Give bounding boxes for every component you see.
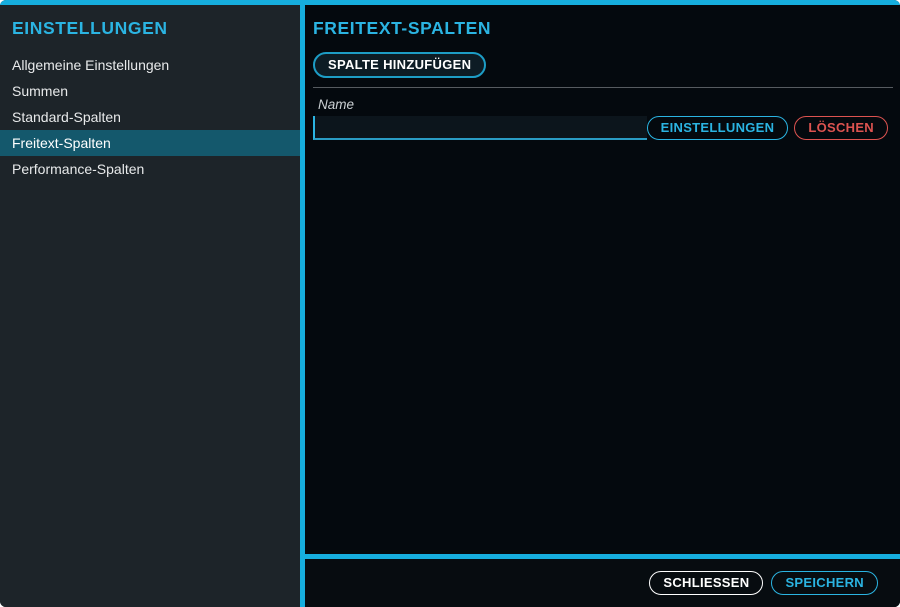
- add-column-button[interactable]: SPALTE HINZUFÜGEN: [313, 52, 486, 78]
- column-row-buttons: EINSTELLUNGEN LÖSCHEN: [647, 116, 893, 140]
- sidebar-item-performance-spalten[interactable]: Performance-Spalten: [0, 156, 300, 182]
- sidebar-item-standard-spalten[interactable]: Standard-Spalten: [0, 104, 300, 130]
- settings-sidebar: EINSTELLUNGEN Allgemeine Einstellungen S…: [0, 5, 300, 607]
- column-row: EINSTELLUNGEN LÖSCHEN: [313, 116, 893, 140]
- sidebar-item-freitext-spalten[interactable]: Freitext-Spalten: [0, 130, 300, 156]
- column-settings-button[interactable]: EINSTELLUNGEN: [647, 116, 789, 140]
- name-field-label: Name: [313, 97, 893, 112]
- sidebar-item-summen[interactable]: Summen: [0, 78, 300, 104]
- sidebar-title: EINSTELLUNGEN: [0, 5, 300, 50]
- column-delete-button[interactable]: LÖSCHEN: [794, 116, 888, 140]
- sidebar-nav: Allgemeine Einstellungen Summen Standard…: [0, 52, 300, 182]
- column-name-input[interactable]: [313, 116, 647, 140]
- dialog-footer: SCHLIESSEN SPEICHERN: [305, 554, 900, 607]
- settings-dialog: EINSTELLUNGEN Allgemeine Einstellungen S…: [0, 0, 900, 607]
- main-content: FREITEXT-SPALTEN SPALTE HINZUFÜGEN Name …: [305, 5, 900, 554]
- section-divider: [313, 87, 893, 88]
- close-button[interactable]: SCHLIESSEN: [649, 571, 763, 595]
- save-button[interactable]: SPEICHERN: [771, 571, 878, 595]
- page-title: FREITEXT-SPALTEN: [313, 18, 893, 39]
- main-column: FREITEXT-SPALTEN SPALTE HINZUFÜGEN Name …: [305, 5, 900, 607]
- sidebar-item-allgemeine-einstellungen[interactable]: Allgemeine Einstellungen: [0, 52, 300, 78]
- dialog-body: EINSTELLUNGEN Allgemeine Einstellungen S…: [0, 5, 900, 607]
